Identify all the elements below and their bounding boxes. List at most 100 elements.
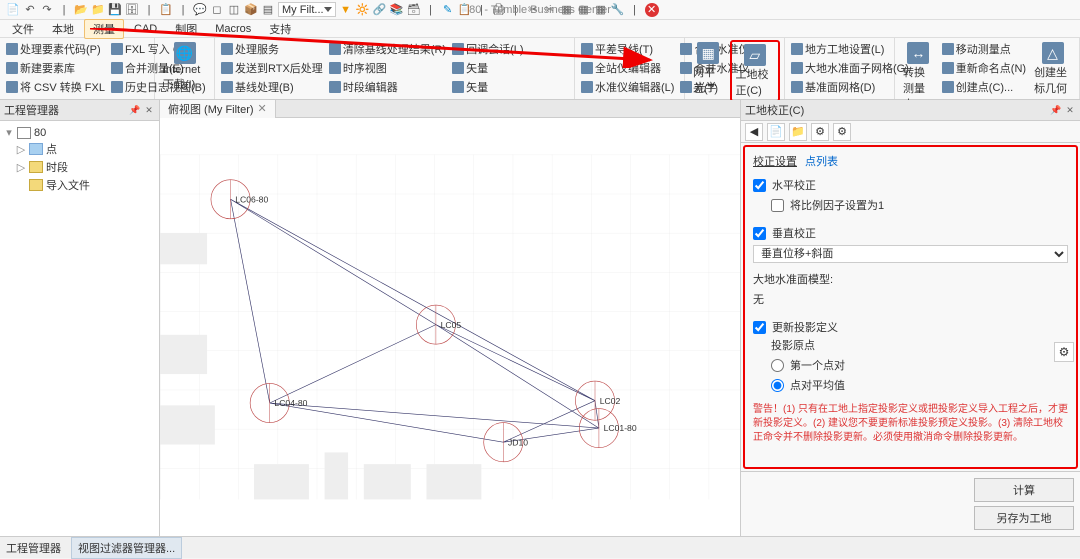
tree-points[interactable]: ▷点 — [4, 140, 155, 158]
link-icon[interactable]: 🔗 — [373, 3, 387, 17]
site-calibration-header: 工地校正(C) 📌✕ — [741, 100, 1080, 121]
datum-grid-button[interactable]: 基准面网格(D) — [789, 78, 911, 96]
avg-pair-label: 点对平均值 — [790, 377, 845, 393]
layers-icon[interactable]: ▤ — [261, 3, 275, 17]
site-calib-icon: ▱ — [744, 44, 766, 66]
clear-baseline-button[interactable]: 清除基线处理结果(R) — [327, 40, 448, 58]
msg-icon[interactable]: 💬 — [193, 3, 207, 17]
vector2-button[interactable]: 矢量 — [450, 78, 525, 96]
save-stack-icon[interactable]: 🗄 — [125, 3, 139, 17]
window-title: 80 - Trimble Business Center — [469, 4, 611, 16]
undo-icon[interactable]: ↶ — [23, 3, 37, 17]
menu-survey[interactable]: 测量 — [84, 19, 124, 39]
redo-icon[interactable]: ↷ — [40, 3, 54, 17]
network-adjust-button[interactable]: ▦网平差(T) — [689, 40, 728, 98]
create-points-button[interactable]: 创建点(C)... — [940, 78, 1028, 96]
statusbar-view-filter[interactable]: 视图过滤器管理器... — [71, 537, 182, 559]
close-panel-icon[interactable]: ✕ — [1064, 104, 1076, 116]
filter-combo[interactable]: My Filt... — [278, 2, 336, 17]
tree-imports[interactable]: 导入文件 — [4, 176, 155, 194]
process-service-button[interactable]: 处理服务 — [219, 40, 325, 58]
baseline-process-button[interactable]: 基线处理(B) — [219, 78, 325, 96]
tree-root[interactable]: ▾80 — [4, 125, 155, 140]
rename-points-button[interactable]: 重新命名点(N) — [940, 59, 1028, 77]
move-points-button[interactable]: 移动测量点 — [940, 40, 1028, 58]
geoid-settings-button[interactable]: ⚙ — [1054, 342, 1074, 362]
menu-drafting[interactable]: 制图 — [167, 20, 205, 38]
sep-icon: | — [57, 3, 71, 17]
title-bar: 📄 ↶ ↷ | 📂 📁 💾 🗄 | 📋 | 💬 ◻ ◫ 📦 ▤ My Filt.… — [0, 0, 1080, 20]
point-label: LC06-80 — [235, 194, 268, 204]
box-icon[interactable]: ◻ — [210, 3, 224, 17]
open-icon[interactable]: 📂 — [74, 3, 88, 17]
menu-file[interactable]: 文件 — [4, 20, 42, 38]
avg-pair-radio[interactable] — [771, 379, 784, 392]
pkg-icon[interactable]: 📦 — [244, 3, 258, 17]
close-tab-icon[interactable]: ✕ — [258, 102, 267, 115]
statusbar-project-manager[interactable]: 工程管理器 — [6, 540, 61, 556]
pin-icon[interactable]: 📌 — [129, 104, 141, 116]
close-panel-icon[interactable]: ✕ — [143, 104, 155, 116]
first-pair-radio[interactable] — [771, 359, 784, 372]
plan-view[interactable]: 俯视图 (My Filter)✕ LC06-80LC05LC04-80JD10L… — [160, 100, 740, 536]
process-feature-codes-button[interactable]: 处理要素代码(P) — [4, 40, 107, 58]
calculate-button[interactable]: 计算 — [974, 478, 1074, 502]
funnel-icon[interactable]: ▼ — [339, 3, 353, 17]
internet-download-button[interactable]: 🌐Internet下载(I) — [159, 40, 210, 94]
site-calibration-button[interactable]: ▱工地校正(C) — [730, 40, 780, 102]
cogo-icon: △ — [1042, 42, 1064, 64]
doc-icon[interactable]: 📄 — [767, 123, 785, 141]
adjust-traverse-button[interactable]: 平差导线(T) — [579, 40, 676, 58]
level-editor-button[interactable]: 水准仪编辑器(L) — [579, 78, 676, 96]
close-icon[interactable]: ✕ — [645, 3, 659, 17]
update-proj-checkbox[interactable] — [753, 321, 766, 334]
tab-calib-settings[interactable]: 校正设置 — [753, 153, 797, 169]
stack-icon[interactable]: 📚 — [390, 3, 404, 17]
project-icon — [17, 127, 31, 139]
sessions-icon — [29, 161, 43, 173]
session-editor-button[interactable]: 时段编辑器 — [327, 78, 448, 96]
create-cogo-button[interactable]: △创建坐标几何 — [1030, 40, 1075, 98]
scale-factor-label: 将比例因子设置为1 — [790, 197, 884, 213]
vert-method-select[interactable]: 垂直位移+斜面 — [753, 245, 1068, 263]
bulb-icon[interactable]: 🔆 — [356, 3, 370, 17]
pin-icon[interactable]: 📌 — [1050, 104, 1062, 116]
print-icon[interactable]: 📋 — [159, 3, 173, 17]
gear2-icon[interactable]: ⚙ — [833, 123, 851, 141]
horiz-calib-checkbox[interactable] — [753, 179, 766, 192]
send-rtx-button[interactable]: 发送到RTX后处理 — [219, 59, 325, 77]
prev-icon[interactable]: ◀ — [745, 123, 763, 141]
pen-icon[interactable]: ✎ — [441, 3, 455, 17]
plan-view-tab[interactable]: 俯视图 (My Filter)✕ — [160, 100, 276, 118]
imports-icon — [29, 179, 43, 191]
totalstation-editor-button[interactable]: 全站仪编辑器 — [579, 59, 676, 77]
save-as-site-button[interactable]: 另存为工地 — [974, 506, 1074, 530]
tools-icon[interactable]: 🔧 — [611, 3, 625, 17]
local-site-settings-button[interactable]: 地方工地设置(L) — [789, 40, 911, 58]
menu-macros[interactable]: Macros — [207, 22, 259, 36]
geoid-subgrid-button[interactable]: 大地水准面子网格(G) — [789, 59, 911, 77]
vert-calib-checkbox[interactable] — [753, 227, 766, 240]
folder-icon[interactable]: 📁 — [789, 123, 807, 141]
vector-button[interactable]: 矢量 — [450, 59, 525, 77]
save-icon[interactable]: 💾 — [108, 3, 122, 17]
update-proj-label: 更新投影定义 — [772, 319, 838, 335]
tree-sessions[interactable]: ▷时段 — [4, 158, 155, 176]
new-icon[interactable]: 📄 — [6, 3, 20, 17]
scale-factor-checkbox[interactable] — [771, 199, 784, 212]
view-tabstrip: 俯视图 (My Filter)✕ — [160, 100, 740, 118]
open2-icon[interactable]: 📁 — [91, 3, 105, 17]
db-icon[interactable]: 🗃 — [407, 3, 421, 17]
timeseries-view-button[interactable]: 时序视图 — [327, 59, 448, 77]
gear-icon[interactable]: ⚙ — [811, 123, 829, 141]
callback-session-button[interactable]: 回调会话(L) — [450, 40, 525, 58]
csv-to-fxl-button[interactable]: 将 CSV 转换 FXL — [4, 78, 107, 96]
tab-point-list[interactable]: 点列表 — [805, 153, 838, 169]
menu-support[interactable]: 支持 — [261, 20, 299, 38]
new-feature-lib-button[interactable]: 新建要素库 — [4, 59, 107, 77]
transform-icon: ↔ — [907, 42, 929, 64]
calibration-form: 校正设置 点列表 水平校正 将比例因子设置为1 垂直校正 垂直位移+斜面 大地水… — [743, 145, 1078, 469]
menu-local[interactable]: 本地 — [44, 20, 82, 38]
cube-icon[interactable]: ◫ — [227, 3, 241, 17]
menu-cad[interactable]: CAD — [126, 22, 165, 36]
